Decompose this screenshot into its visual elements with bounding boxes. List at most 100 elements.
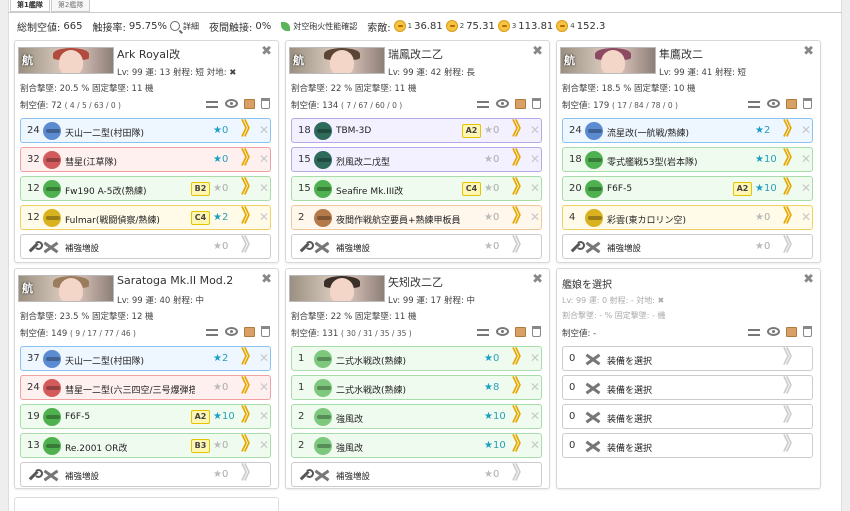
- equipment-slot[interactable]: 0 装備を選択 》: [562, 404, 813, 429]
- equipment-name[interactable]: 彗星一二型(六三四空/三号爆弾搭…: [65, 383, 195, 396]
- remove-icon[interactable]: ✕: [259, 152, 269, 166]
- improvement-level[interactable]: ★2: [213, 353, 228, 364]
- swap-icon[interactable]: [748, 327, 761, 337]
- proficiency-chevron-icon[interactable]: 》: [783, 178, 801, 198]
- box-icon[interactable]: [515, 98, 526, 109]
- equipment-slot[interactable]: 13 Re.2001 OR改 B3 ★0 》 ✕: [20, 433, 271, 458]
- equipment-name[interactable]: 天山一二型(村田隊): [65, 126, 195, 139]
- equipment-name[interactable]: Seafire Mk.III改: [336, 184, 466, 197]
- improvement-level[interactable]: ★0: [213, 382, 228, 393]
- improvement-level[interactable]: ★0: [213, 440, 228, 451]
- slot-count[interactable]: 12: [27, 183, 41, 194]
- ship-banner[interactable]: 航: [560, 47, 656, 74]
- swap-icon[interactable]: [477, 327, 490, 337]
- proficiency-chevron-icon[interactable]: 》: [241, 236, 259, 256]
- slot-count[interactable]: 15: [298, 183, 312, 194]
- trash-icon[interactable]: [803, 98, 812, 109]
- select-equipment-button[interactable]: 装備を選択: [607, 354, 737, 367]
- improvement-level[interactable]: ★0: [213, 183, 228, 194]
- equipment-name[interactable]: Re.2001 OR改: [65, 441, 195, 454]
- proficiency-badge[interactable]: B3: [191, 439, 210, 453]
- equipment-name[interactable]: 二式水戦改(熟練): [336, 383, 466, 396]
- equipment-name[interactable]: Fw190 A-5改(熟練): [65, 184, 195, 197]
- improvement-level[interactable]: ★0: [213, 125, 228, 136]
- proficiency-badge[interactable]: A2: [191, 410, 210, 424]
- remove-icon[interactable]: ✕: [801, 152, 811, 166]
- slot-count[interactable]: 0: [569, 382, 583, 393]
- trash-icon[interactable]: [532, 98, 541, 109]
- equipment-name[interactable]: 彗星(江草隊): [65, 155, 195, 168]
- equipment-name[interactable]: Fulmar(戦闘偵察/熟練): [65, 213, 195, 226]
- proficiency-chevron-icon[interactable]: 》: [512, 348, 530, 368]
- close-icon[interactable]: ✖: [532, 45, 543, 58]
- equipment-name[interactable]: 零式艦戦53型(岩本隊): [607, 155, 737, 168]
- proficiency-chevron-icon[interactable]: 》: [512, 149, 530, 169]
- equipment-name[interactable]: 強風改: [336, 412, 466, 425]
- improvement-level[interactable]: ★0: [484, 469, 499, 480]
- close-icon[interactable]: ✖: [532, 273, 543, 286]
- proficiency-chevron-icon[interactable]: 》: [241, 435, 259, 455]
- equipment-name[interactable]: 烈風改二戊型: [336, 155, 466, 168]
- slot-count[interactable]: 19: [27, 411, 41, 422]
- equipment-slot[interactable]: 15 Seafire Mk.III改 C4 ★0 》 ✕: [291, 176, 542, 201]
- improvement-level[interactable]: ★0: [755, 241, 770, 252]
- equipment-slot[interactable]: 18 TBM-3D A2 ★0 》 ✕: [291, 118, 542, 143]
- remove-icon[interactable]: ✕: [259, 123, 269, 137]
- improvement-level[interactable]: ★0: [484, 125, 499, 136]
- slot-count[interactable]: 4: [569, 212, 583, 223]
- equipment-slot[interactable]: 12 Fw190 A-5改(熟練) B2 ★0 》 ✕: [20, 176, 271, 201]
- aa-check[interactable]: 対空砲火性能確認: [281, 21, 357, 32]
- equipment-slot[interactable]: 24 天山一二型(村田隊) ★0 》 ✕: [20, 118, 271, 143]
- ship-name[interactable]: Saratoga Mk.II Mod.2: [117, 274, 233, 287]
- proficiency-chevron-icon[interactable]: 》: [783, 377, 801, 397]
- improvement-level[interactable]: ★2: [755, 125, 770, 136]
- equipment-name[interactable]: F6F-5: [607, 184, 737, 194]
- equipment-slot[interactable]: 24 彗星一二型(六三四空/三号爆弾搭… ★0 》 ✕: [20, 375, 271, 400]
- close-icon[interactable]: ✖: [803, 273, 814, 286]
- close-icon[interactable]: ✖: [261, 45, 272, 58]
- remove-icon[interactable]: ✕: [259, 380, 269, 394]
- improvement-level[interactable]: ★0: [484, 241, 499, 252]
- equipment-slot[interactable]: 20 F6F-5 A2 ★10 》 ✕: [562, 176, 813, 201]
- slot-count[interactable]: 0: [569, 440, 583, 451]
- equipment-slot[interactable]: 15 烈風改二戊型 ★0 》 ✕: [291, 147, 542, 172]
- remove-icon[interactable]: ✕: [530, 210, 540, 224]
- remove-icon[interactable]: ✕: [530, 152, 540, 166]
- equipment-slot[interactable]: 0 装備を選択 》: [562, 346, 813, 371]
- proficiency-chevron-icon[interactable]: 》: [512, 377, 530, 397]
- ship-banner[interactable]: 航: [18, 47, 114, 74]
- proficiency-chevron-icon[interactable]: 》: [512, 464, 530, 484]
- slot-count[interactable]: 13: [27, 440, 41, 451]
- box-icon[interactable]: [515, 326, 526, 337]
- improvement-level[interactable]: ★2: [213, 212, 228, 223]
- remove-icon[interactable]: ✕: [801, 210, 811, 224]
- proficiency-chevron-icon[interactable]: 》: [241, 149, 259, 169]
- proficiency-chevron-icon[interactable]: 》: [241, 464, 259, 484]
- ship-banner[interactable]: [289, 275, 385, 302]
- proficiency-chevron-icon[interactable]: 》: [783, 149, 801, 169]
- proficiency-badge[interactable]: A2: [462, 124, 481, 138]
- reinforce-slot[interactable]: 補強増設 ★0 》: [20, 462, 271, 487]
- proficiency-badge[interactable]: C4: [191, 211, 210, 225]
- slot-count[interactable]: 24: [569, 125, 583, 136]
- trash-icon[interactable]: [261, 98, 270, 109]
- improvement-level[interactable]: ★10: [213, 411, 235, 422]
- remove-icon[interactable]: ✕: [801, 181, 811, 195]
- equipment-slot[interactable]: 4 彩雲(東カロリン空) ★0 》 ✕: [562, 205, 813, 230]
- proficiency-chevron-icon[interactable]: 》: [783, 207, 801, 227]
- tab-fleet-2[interactable]: 第2艦隊: [50, 0, 91, 12]
- swap-icon[interactable]: [477, 99, 490, 109]
- select-ship-button[interactable]: 艦娘を選択: [562, 276, 612, 291]
- box-icon[interactable]: [786, 326, 797, 337]
- ship-banner[interactable]: 航: [18, 275, 114, 302]
- slot-count[interactable]: 18: [569, 154, 583, 165]
- improvement-level[interactable]: ★0: [213, 154, 228, 165]
- ship-banner[interactable]: 航: [289, 47, 385, 74]
- equipment-slot[interactable]: 1 二式水戦改(熟練) ★0 》 ✕: [291, 346, 542, 371]
- equipment-slot[interactable]: 0 装備を選択 》: [562, 433, 813, 458]
- equipment-name[interactable]: 強風改: [336, 441, 466, 454]
- remove-icon[interactable]: ✕: [530, 409, 540, 423]
- ship-name[interactable]: 隼鷹改二: [659, 46, 703, 62]
- equipment-slot[interactable]: 2 強風改 ★10 》 ✕: [291, 433, 542, 458]
- remove-icon[interactable]: ✕: [801, 123, 811, 137]
